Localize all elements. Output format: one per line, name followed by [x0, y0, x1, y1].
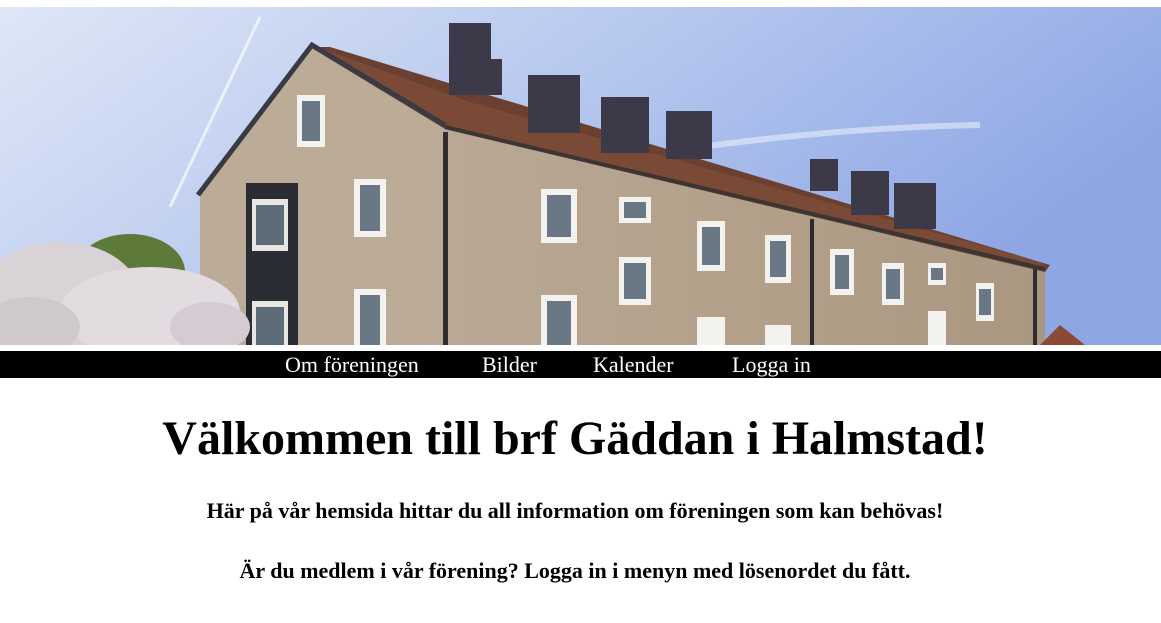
page-title: Välkommen till brf Gäddan i Halmstad!	[162, 412, 988, 465]
nav-item-kalender[interactable]: Kalender	[593, 351, 674, 378]
building-photo	[0, 7, 1161, 345]
members-note: Är du medlem i vår förening? Logga in i …	[239, 558, 911, 583]
nav-item-om-foreningen[interactable]: Om föreningen	[285, 351, 419, 378]
intro-text: Här på vår hemsida hittar du all informa…	[206, 498, 944, 523]
hero-banner	[0, 7, 1161, 345]
nav-item-logga-in[interactable]: Logga in	[732, 351, 811, 378]
main-navigation: Om föreningen Bilder Kalender Logga in	[0, 351, 1161, 378]
nav-item-bilder[interactable]: Bilder	[482, 351, 537, 378]
